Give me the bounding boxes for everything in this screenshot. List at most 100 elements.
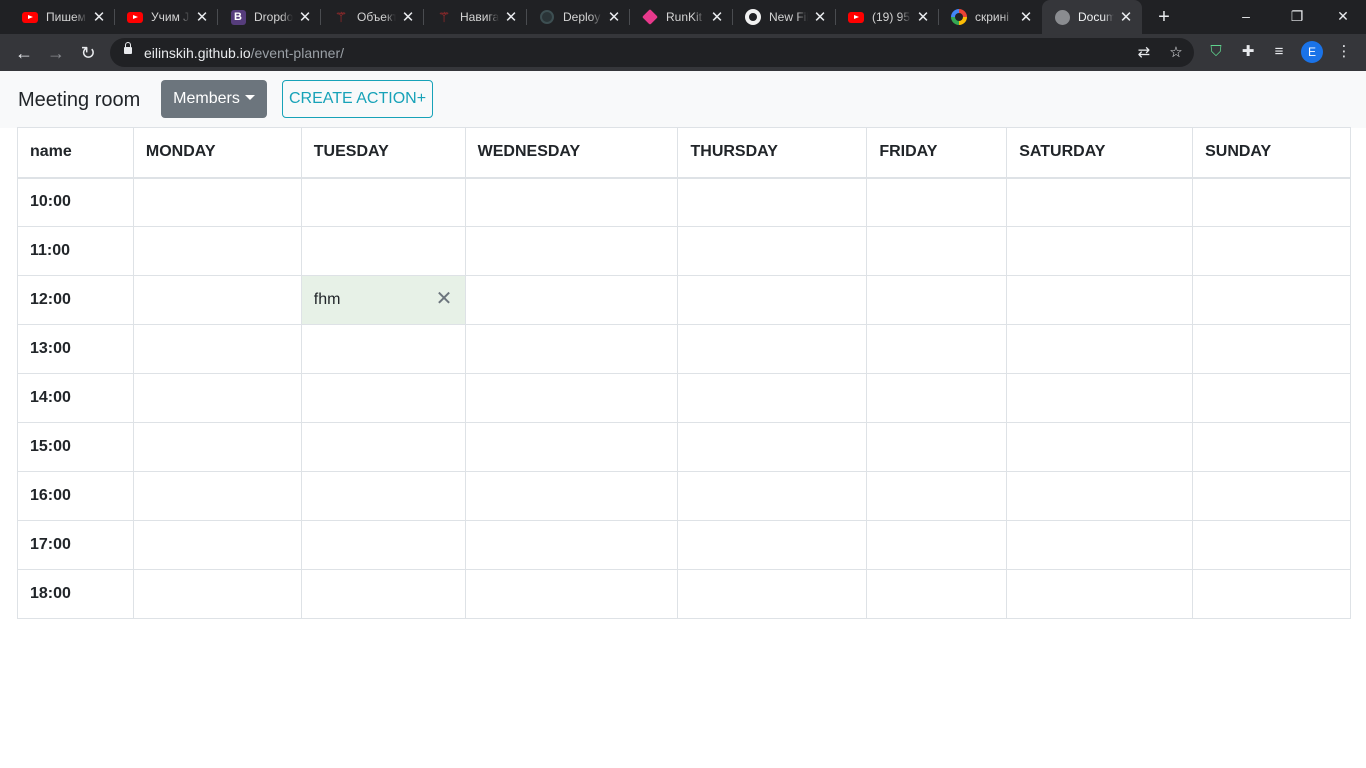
slot-cell[interactable]: [866, 275, 1008, 325]
slot-cell[interactable]: [866, 471, 1008, 521]
slot-cell[interactable]: [132, 471, 302, 521]
slot-cell[interactable]: [866, 177, 1008, 227]
slot-cell[interactable]: [300, 226, 466, 276]
slot-cell[interactable]: [300, 373, 466, 423]
delete-event-icon[interactable]: ✕: [436, 289, 453, 309]
slot-cell[interactable]: [1192, 324, 1351, 374]
slot-cell[interactable]: [1006, 226, 1194, 276]
close-tab-icon[interactable]: ✕: [1018, 9, 1034, 26]
profile-avatar[interactable]: E: [1301, 41, 1323, 63]
slot-cell[interactable]: [1006, 373, 1194, 423]
slot-cell[interactable]: [1006, 422, 1194, 472]
lock-icon[interactable]: [124, 42, 132, 54]
new-tab-icon[interactable]: +: [1154, 7, 1174, 27]
browser-tab[interactable]: New Fil ✕: [733, 0, 836, 34]
browser-tab[interactable]: RunKit ✕: [630, 0, 733, 34]
close-tab-icon[interactable]: ✕: [812, 9, 828, 26]
slot-cell[interactable]: [464, 471, 679, 521]
slot-cell[interactable]: [866, 520, 1008, 570]
close-tab-icon[interactable]: ✕: [709, 9, 725, 26]
slot-cell[interactable]: [1192, 569, 1351, 619]
slot-cell[interactable]: [132, 422, 302, 472]
slot-cell[interactable]: [866, 422, 1008, 472]
slot-cell[interactable]: [1192, 226, 1351, 276]
slot-cell[interactable]: [464, 226, 679, 276]
slot-cell[interactable]: [300, 324, 466, 374]
close-tab-icon[interactable]: ✕: [1118, 9, 1134, 26]
slot-cell[interactable]: [300, 422, 466, 472]
close-tab-icon[interactable]: ✕: [915, 9, 931, 26]
slot-cell[interactable]: [1006, 324, 1194, 374]
browser-tab[interactable]: B Dropdo ✕: [218, 0, 321, 34]
shield-extension-icon[interactable]: ⛉: [1205, 41, 1227, 63]
create-action-button[interactable]: CREATE ACTION+: [282, 80, 433, 118]
event-cell[interactable]: fhm ✕: [300, 275, 466, 325]
close-tab-icon[interactable]: ✕: [194, 9, 210, 26]
address-bar[interactable]: eilinskih.github.io/event-planner/ ⇄ ☆: [110, 38, 1194, 67]
translate-icon[interactable]: ⇄: [1134, 43, 1154, 63]
members-dropdown-button[interactable]: Members: [161, 80, 267, 118]
slot-cell[interactable]: [677, 324, 868, 374]
close-tab-icon[interactable]: ✕: [400, 9, 416, 26]
close-tab-icon[interactable]: ✕: [91, 9, 107, 26]
slot-cell[interactable]: [1006, 569, 1194, 619]
slot-cell[interactable]: [132, 373, 302, 423]
slot-cell[interactable]: [1192, 373, 1351, 423]
close-tab-icon[interactable]: ✕: [606, 9, 622, 26]
slot-cell[interactable]: [464, 422, 679, 472]
slot-cell[interactable]: [1192, 275, 1351, 325]
slot-cell[interactable]: [677, 226, 868, 276]
close-tab-icon[interactable]: ✕: [503, 9, 519, 26]
browser-tab[interactable]: ⚚ Навига ✕: [424, 0, 527, 34]
slot-cell[interactable]: [300, 520, 466, 570]
slot-cell[interactable]: [677, 569, 868, 619]
slot-cell[interactable]: [464, 569, 679, 619]
close-window-icon[interactable]: ✕: [1333, 6, 1353, 26]
slot-cell[interactable]: [866, 324, 1008, 374]
slot-cell[interactable]: [464, 520, 679, 570]
slot-cell[interactable]: [1192, 177, 1351, 227]
restore-icon[interactable]: ❐: [1287, 6, 1307, 26]
slot-cell[interactable]: [1192, 471, 1351, 521]
slot-cell[interactable]: [132, 324, 302, 374]
slot-cell[interactable]: [1192, 422, 1351, 472]
slot-cell[interactable]: [1006, 520, 1194, 570]
slot-cell[interactable]: [300, 569, 466, 619]
slot-cell[interactable]: [1006, 471, 1194, 521]
slot-cell[interactable]: [464, 373, 679, 423]
slot-cell[interactable]: [132, 226, 302, 276]
slot-cell[interactable]: [300, 471, 466, 521]
minimize-icon[interactable]: –: [1236, 6, 1256, 26]
slot-cell[interactable]: [132, 569, 302, 619]
slot-cell[interactable]: [1192, 520, 1351, 570]
browser-tab[interactable]: (19) 95 ✕: [836, 0, 939, 34]
slot-cell[interactable]: [464, 324, 679, 374]
browser-tab[interactable]: скрині ✕: [939, 0, 1042, 34]
forward-icon[interactable]: →: [44, 41, 68, 65]
browser-tab[interactable]: Пишем ✕: [10, 0, 115, 34]
browser-tab[interactable]: ⚚ Объект ✕: [321, 0, 424, 34]
slot-cell[interactable]: [677, 177, 868, 227]
extensions-puzzle-icon[interactable]: ✚: [1237, 41, 1259, 63]
slot-cell[interactable]: [677, 373, 868, 423]
slot-cell[interactable]: [132, 177, 302, 227]
slot-cell[interactable]: [464, 275, 679, 325]
slot-cell[interactable]: [677, 275, 868, 325]
back-icon[interactable]: ←: [12, 41, 36, 65]
slot-cell[interactable]: [677, 422, 868, 472]
slot-cell[interactable]: [866, 569, 1008, 619]
slot-cell[interactable]: [866, 373, 1008, 423]
slot-cell[interactable]: [1006, 177, 1194, 227]
reload-icon[interactable]: ↻: [76, 41, 100, 65]
browser-tab[interactable]: Deploy ✕: [527, 0, 630, 34]
slot-cell[interactable]: [1006, 275, 1194, 325]
slot-cell[interactable]: [132, 520, 302, 570]
slot-cell[interactable]: [464, 177, 679, 227]
bookmark-star-icon[interactable]: ☆: [1166, 43, 1186, 63]
menu-kebab-icon[interactable]: ⋮: [1333, 41, 1355, 63]
close-tab-icon[interactable]: ✕: [297, 9, 313, 26]
media-playlist-icon[interactable]: ≡: [1268, 41, 1290, 63]
slot-cell[interactable]: [677, 471, 868, 521]
browser-tab[interactable]: Учим Ja ✕: [115, 0, 218, 34]
slot-cell[interactable]: [132, 275, 302, 325]
